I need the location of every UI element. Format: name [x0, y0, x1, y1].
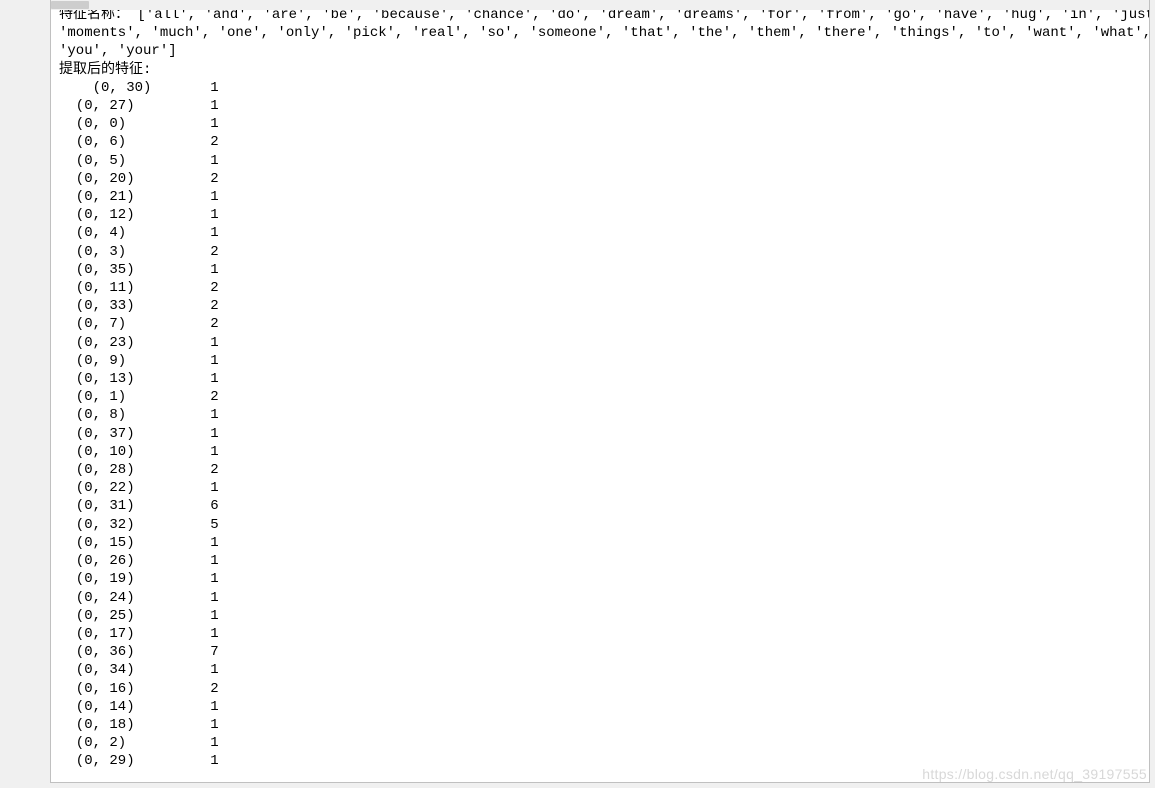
- horizontal-scrollbar[interactable]: [51, 0, 1149, 10]
- scrollbar-thumb[interactable]: [51, 1, 89, 9]
- console-output: 特征名称： ['all', 'and', 'are', 'be', 'becau…: [51, 0, 1149, 777]
- output-panel: 特征名称： ['all', 'and', 'are', 'be', 'becau…: [50, 0, 1150, 783]
- scrollbar-track[interactable]: [51, 0, 1149, 10]
